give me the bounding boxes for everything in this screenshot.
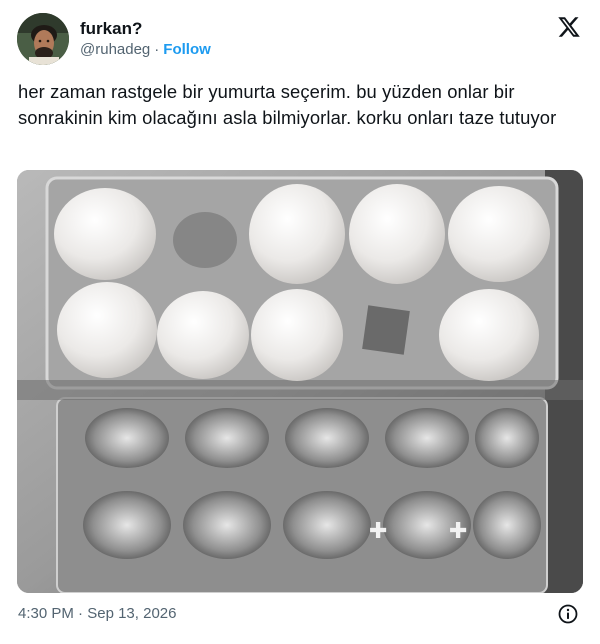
tweet-photo[interactable]: ✚ ✚ [17, 170, 583, 593]
author-name[interactable]: furkan? [80, 19, 142, 39]
timestamp-separator: · [78, 605, 84, 622]
svg-text:✚: ✚ [449, 519, 467, 544]
follow-button[interactable]: Follow [163, 41, 211, 58]
author-handle-row: @ruhadeg · Follow [80, 41, 211, 59]
tweet-text: her zaman rastgele bir yumurta seçerim. … [18, 81, 557, 128]
tweet-time: 4:30 PM [18, 605, 74, 622]
separator-dot: · [154, 41, 160, 58]
egg-carton-image: ✚ ✚ [17, 170, 583, 593]
x-logo-icon[interactable] [557, 15, 581, 39]
tweet-date: Sep 13, 2026 [87, 605, 177, 622]
avatar-image [17, 13, 69, 65]
svg-text:✚: ✚ [369, 519, 387, 544]
avatar[interactable] [17, 13, 69, 65]
tweet-timestamp[interactable]: 4:30 PM · Sep 13, 2026 [18, 605, 176, 623]
tweet-card: furkan? @ruhadeg · Follow her zaman rastge… [0, 0, 600, 644]
info-icon[interactable] [558, 604, 578, 624]
author-handle[interactable]: @ruhadeg [80, 41, 150, 58]
